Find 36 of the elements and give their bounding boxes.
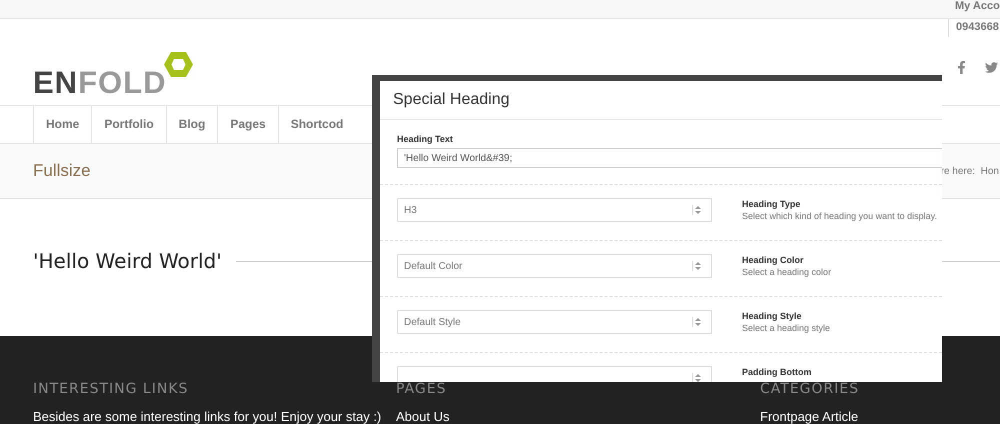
footer-text: Besides are some interesting links for you! Enjoy your stay :)	[33, 409, 382, 424]
facebook-icon[interactable]	[955, 60, 968, 74]
heading-text-input[interactable]: 'Hello Weird World&#39;	[397, 148, 942, 168]
footer-heading: PAGES	[396, 381, 448, 397]
special-heading: 'Hello Weird World'	[33, 249, 222, 273]
twitter-icon[interactable]	[985, 60, 998, 74]
select-field[interactable]: Default Color	[397, 254, 712, 278]
select-arrows-icon	[692, 373, 703, 382]
field-label: Padding Bottom	[742, 367, 812, 377]
footer-link[interactable]: Frontpage Article	[760, 409, 1000, 424]
field-label: Heading Style	[742, 311, 803, 321]
field-hint: Select a heading color	[742, 267, 832, 277]
my-account-link[interactable]: My Acco	[955, 0, 1000, 18]
logo-text: ENFOLD	[33, 66, 166, 98]
select-arrows-icon	[692, 261, 703, 271]
dialog-title: Special Heading	[380, 81, 942, 120]
nav-link[interactable]: Blog	[166, 106, 218, 144]
page-title: Fullsize	[33, 161, 91, 182]
select-field[interactable]: Default Style	[397, 310, 712, 334]
select-field[interactable]: H3	[397, 198, 712, 222]
footer-heading: CATEGORIES	[760, 381, 860, 397]
nav-link[interactable]: Portfolio	[91, 106, 166, 144]
field-label: Heading Text	[397, 134, 454, 144]
field-hint: Select a heading style	[742, 323, 830, 333]
select-arrows-icon	[692, 205, 703, 215]
footer-heading: INTERESTING LINKS	[33, 381, 190, 397]
phone-number: 0943668	[948, 18, 999, 37]
footer-link[interactable]: About Us	[396, 409, 760, 424]
field-label: Heading Type	[742, 199, 802, 209]
nav-link[interactable]: Home	[33, 106, 92, 144]
hexagon-logo-icon	[163, 50, 194, 78]
nav-link[interactable]: Pages	[217, 106, 278, 144]
nav-link[interactable]: Shortcod	[278, 106, 356, 144]
field-label: Heading Color	[742, 255, 805, 265]
select-arrows-icon	[692, 317, 703, 327]
field-hint: Select which kind of heading you want to display.	[742, 211, 937, 221]
